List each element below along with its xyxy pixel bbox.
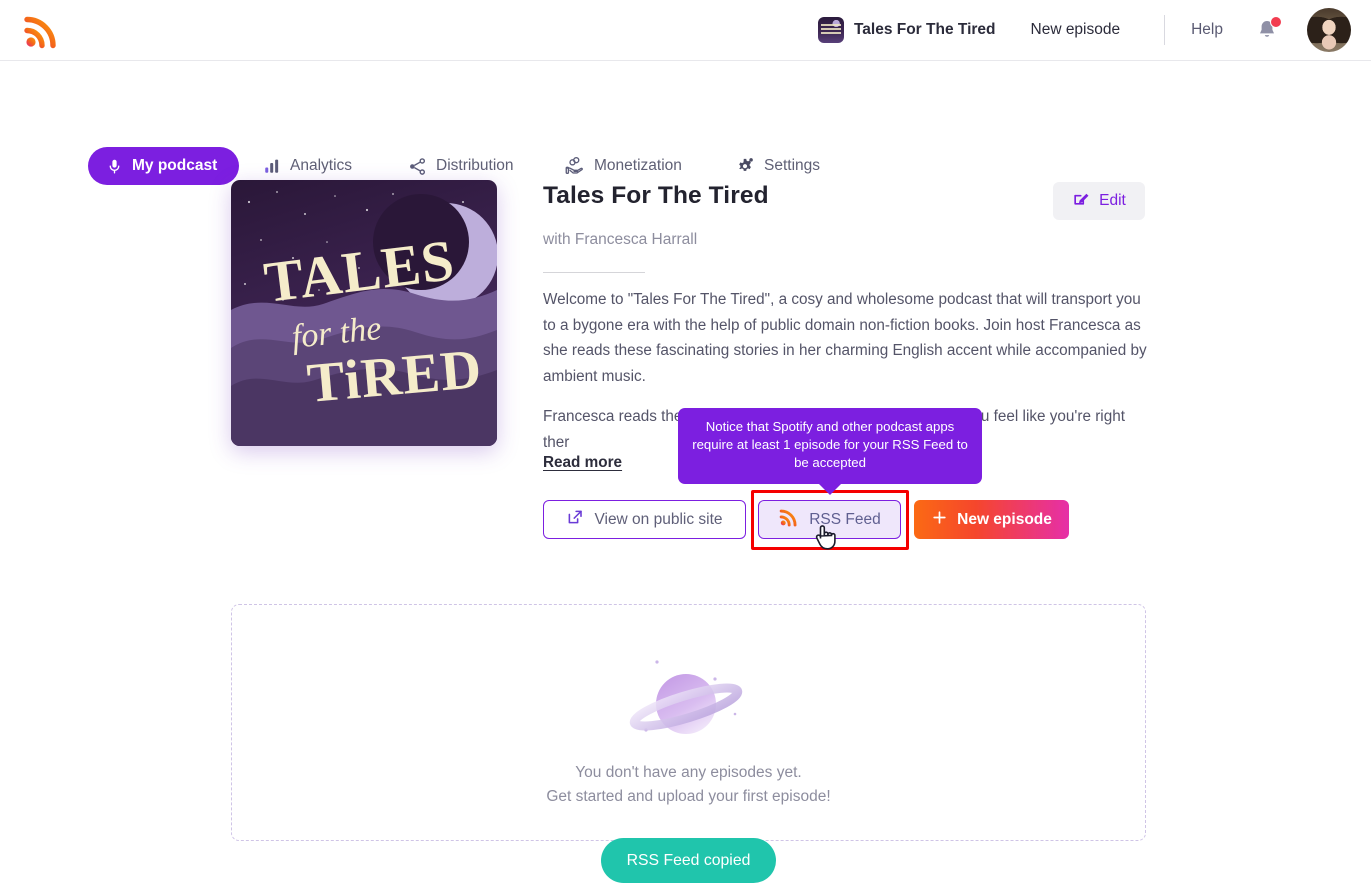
bar-chart-icon — [263, 157, 281, 175]
tab-label: Analytics — [290, 157, 353, 174]
podcast-author: with Francesca Harrall — [543, 231, 698, 248]
header-podcast-thumbnail — [817, 17, 844, 43]
divider — [543, 272, 645, 273]
tab-monetization[interactable]: Monetization — [565, 147, 682, 185]
empty-state-text: You don't have any episodes yet. Get sta… — [231, 761, 1146, 809]
read-more-link[interactable]: Read more — [543, 454, 622, 472]
tab-label: Distribution — [436, 157, 514, 174]
external-link-icon — [566, 508, 584, 531]
rss-feed-label: RSS Feed — [809, 510, 881, 528]
rss-feed-button[interactable]: RSS Feed — [758, 500, 901, 539]
hand-coins-icon — [565, 156, 585, 176]
new-episode-label: New episode — [957, 510, 1052, 528]
view-on-public-site-button[interactable]: View on public site — [543, 500, 746, 539]
toast-notification: RSS Feed copied — [601, 838, 776, 883]
page-title: Tales For The Tired — [543, 182, 769, 209]
header-podcast-name: Tales For The Tired — [853, 21, 996, 38]
empty-state-line-2: Get started and upload your first episod… — [546, 788, 831, 805]
header-right-cluster: Tales For The Tired New episode Help — [817, 0, 1371, 60]
pencil-square-icon — [1072, 189, 1091, 213]
share-nodes-icon — [408, 157, 427, 176]
plus-icon — [931, 509, 948, 531]
main-nav: My podcast Analytics Distribution Moneti… — [0, 61, 1371, 185]
edit-button[interactable]: Edit — [1053, 182, 1145, 220]
tab-label: Monetization — [594, 157, 682, 174]
header-new-episode-link[interactable]: New episode — [1031, 21, 1121, 39]
tab-my-podcast[interactable]: My podcast — [88, 147, 240, 185]
view-on-public-site-label: View on public site — [594, 510, 723, 528]
planet-saturn-icon — [627, 652, 751, 752]
rss-logo-icon[interactable] — [22, 11, 62, 51]
edit-button-label: Edit — [1099, 192, 1126, 209]
bell-icon[interactable] — [1255, 16, 1282, 43]
podcast-cover-art[interactable]: TALES for the TiRED — [231, 180, 497, 446]
rss-icon — [778, 507, 799, 533]
gear-icon — [735, 156, 755, 176]
empty-state-line-1: You don't have any episodes yet. — [575, 764, 802, 781]
header-podcast-switcher[interactable]: Tales For The Tired — [817, 17, 996, 43]
header-divider — [1164, 15, 1166, 45]
top-header: Tales For The Tired New episode Help — [0, 0, 1371, 61]
description-paragraph-1: Welcome to "Tales For The Tired", a cosy… — [543, 291, 1147, 385]
tab-label: Settings — [764, 157, 821, 174]
header-help-link[interactable]: Help — [1191, 21, 1223, 39]
tab-settings[interactable]: Settings — [735, 147, 820, 185]
notification-badge-dot — [1270, 16, 1282, 28]
tooltip: Notice that Spotify and other podcast ap… — [678, 408, 982, 484]
microphone-icon — [106, 158, 123, 175]
new-episode-button[interactable]: New episode — [914, 500, 1069, 539]
avatar[interactable] — [1307, 8, 1351, 52]
tab-label: My podcast — [132, 157, 218, 174]
